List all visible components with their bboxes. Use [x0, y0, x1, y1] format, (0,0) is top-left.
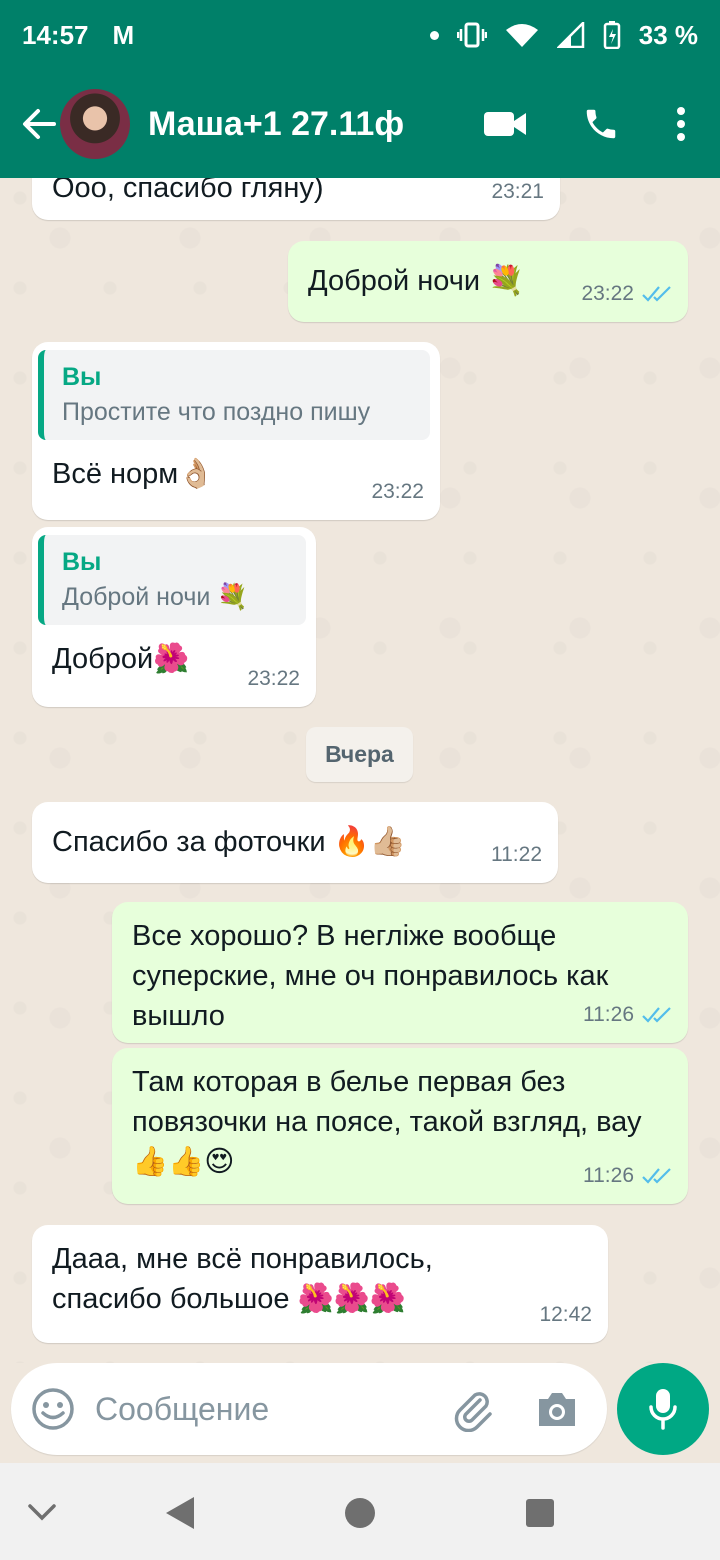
message-time: 23:21	[491, 180, 544, 203]
chat-header: Маша+1 27.11ф	[0, 70, 720, 178]
date-chip: Вчера	[306, 727, 413, 782]
back-nav-icon[interactable]	[160, 1493, 200, 1533]
message-outgoing[interactable]: Доброй ночи 💐 23:22	[288, 241, 688, 322]
system-navigation-bar	[0, 1463, 720, 1560]
message-meta: 12:42	[539, 1295, 592, 1335]
wifi-icon	[505, 24, 538, 47]
camera-icon[interactable]	[535, 1389, 579, 1429]
message-meta: 23:21	[491, 178, 544, 212]
video-call-icon[interactable]	[470, 109, 540, 139]
composer-bar: Сообщение	[0, 1363, 720, 1463]
notification-dot-icon	[429, 30, 439, 40]
read-ticks-icon	[642, 286, 671, 302]
quote-text: Доброй ночи 💐	[62, 583, 249, 611]
battery-percent: 33 %	[638, 19, 698, 50]
status-bar: 14:57 M 33 %	[0, 0, 720, 70]
mic-icon	[649, 1389, 677, 1430]
message-meta: 11:26	[583, 1156, 672, 1196]
message-outgoing[interactable]: Все хорошо? В негліже вообще суперские, …	[112, 902, 688, 1043]
message-input[interactable]: Сообщение	[11, 1363, 607, 1455]
message-text: Дааа, мне всё понравилось, спасибо больш…	[52, 1243, 433, 1315]
voice-record-button[interactable]	[617, 1363, 709, 1455]
vibrate-icon	[456, 22, 487, 48]
message-outgoing[interactable]: Там которая в белье первая без повязочки…	[112, 1048, 688, 1204]
message-meta: 23:22	[247, 659, 300, 699]
chat-title[interactable]: Маша+1 27.11ф	[148, 105, 470, 144]
message-incoming[interactable]: Дааа, мне всё понравилось, спасибо больш…	[32, 1225, 608, 1343]
message-text: Спасибо за фоточки 🔥👍🏼	[52, 826, 406, 858]
gmail-notification-icon: M	[112, 19, 135, 50]
message-incoming-reply[interactable]: Вы Доброй ночи 💐 Доброй🌺 23:22	[32, 527, 316, 707]
emoji-icon[interactable]	[31, 1387, 75, 1431]
quote-text: Простите что поздно пишу	[62, 398, 371, 426]
message-placeholder: Сообщение	[95, 1390, 270, 1427]
message-time: 11:26	[583, 1003, 634, 1026]
message-meta: 23:22	[581, 274, 672, 314]
message-time: 23:22	[581, 282, 634, 305]
message-text: Все хорошо? В негліже вообще суперские, …	[132, 920, 609, 1032]
more-vert-icon[interactable]	[646, 106, 716, 142]
message-time: 23:22	[371, 480, 424, 503]
message-incoming[interactable]: Спасибо за фоточки 🔥👍🏼 11:22	[32, 802, 558, 883]
avatar[interactable]	[60, 89, 130, 159]
message-text: Доброй ночи 💐	[308, 265, 525, 297]
message-meta: 11:26	[583, 995, 672, 1035]
message-incoming[interactable]: Ооо, спасибо гляну) 23:21	[32, 178, 560, 220]
read-ticks-icon	[642, 1007, 671, 1023]
battery-icon	[603, 21, 620, 49]
home-nav-icon[interactable]	[340, 1493, 380, 1533]
message-text: Доброй🌺	[52, 643, 190, 675]
back-arrow-icon[interactable]	[14, 105, 64, 143]
read-ticks-icon	[642, 1168, 671, 1184]
status-time: 14:57	[22, 19, 89, 50]
message-meta: 11:22	[491, 835, 542, 875]
attach-icon[interactable]	[449, 1386, 495, 1432]
message-text: Там которая в белье первая без повязочки…	[132, 1066, 642, 1178]
status-right: 33 %	[429, 19, 698, 51]
phone-icon[interactable]	[566, 105, 636, 143]
message-text: Ооо, спасибо гляну)	[52, 178, 324, 204]
signal-icon	[556, 22, 584, 48]
message-meta: 23:22	[371, 472, 424, 512]
message-incoming-reply[interactable]: Вы Простите что поздно пишу Всё норм👌🏼 2…	[32, 342, 440, 520]
quote-author: Вы	[62, 548, 102, 576]
quoted-message[interactable]: Вы Доброй ночи 💐	[38, 535, 306, 625]
message-time: 11:22	[491, 843, 542, 866]
message-text: Всё норм👌🏼	[52, 458, 215, 490]
quote-author: Вы	[62, 363, 102, 391]
quoted-message[interactable]: Вы Простите что поздно пишу	[38, 350, 430, 440]
chat-area[interactable]: Ооо, спасибо гляну) 23:21 Доброй ночи 💐 …	[0, 178, 720, 1363]
hide-keyboard-icon[interactable]	[22, 1495, 62, 1529]
message-time: 11:26	[583, 1164, 634, 1187]
recents-nav-icon[interactable]	[520, 1493, 560, 1533]
message-time: 12:42	[539, 1303, 592, 1326]
message-time: 23:22	[247, 667, 300, 690]
